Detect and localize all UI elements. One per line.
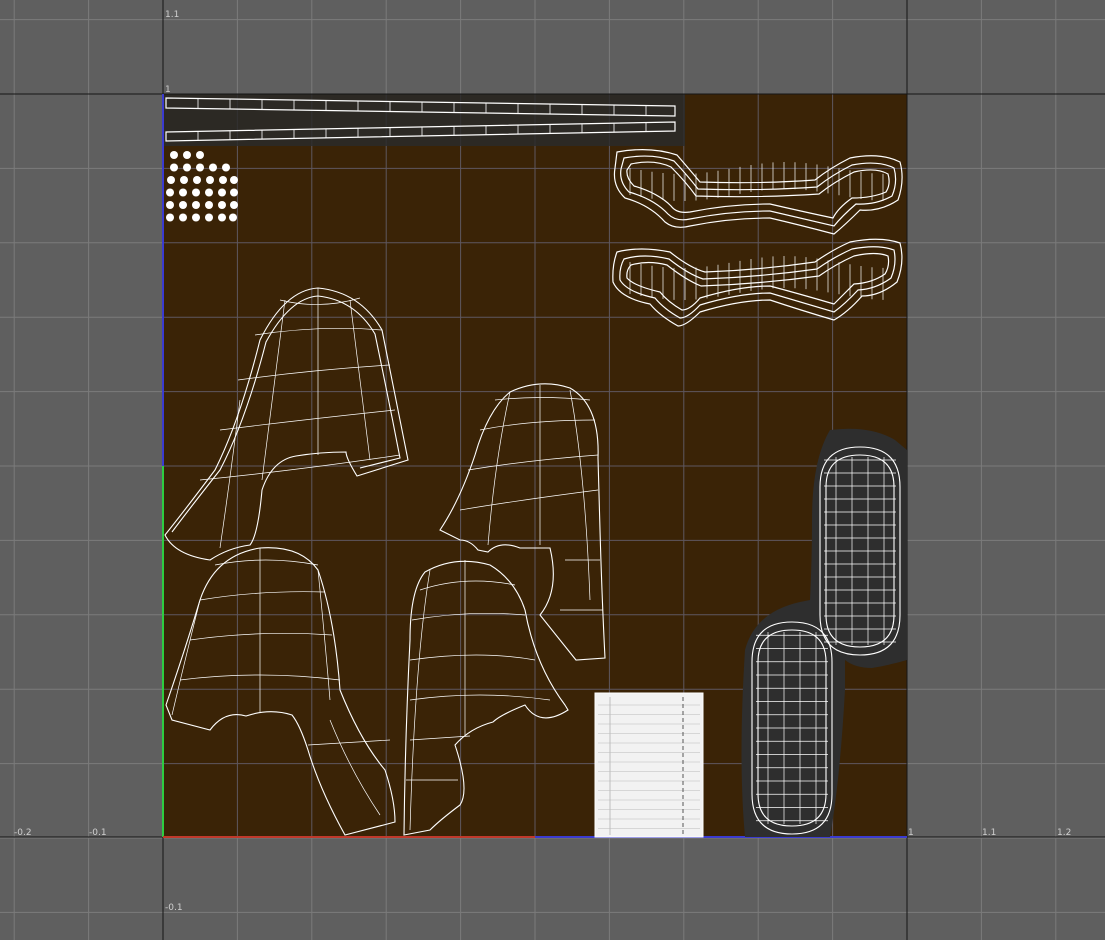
- uv-shell-label-patch: [594, 692, 704, 838]
- label-v-1: 1: [165, 85, 171, 95]
- label-v-neg0.1: -0.1: [165, 903, 183, 913]
- label-v-1.1: 1.1: [165, 10, 179, 20]
- uv-canvas[interactable]: 1.1 1 -0.1 -0.2 -0.1 1 1.1 1.2: [0, 0, 1105, 940]
- label-u-neg0.2: -0.2: [14, 828, 32, 838]
- label-u-1.2: 1.2: [1057, 828, 1071, 838]
- label-u-1: 1: [908, 828, 914, 838]
- label-u-neg0.1: -0.1: [89, 828, 107, 838]
- uv-editor-viewport[interactable]: 1.1 1 -0.1 -0.2 -0.1 1 1.1 1.2: [0, 0, 1105, 940]
- label-u-1.1: 1.1: [982, 828, 996, 838]
